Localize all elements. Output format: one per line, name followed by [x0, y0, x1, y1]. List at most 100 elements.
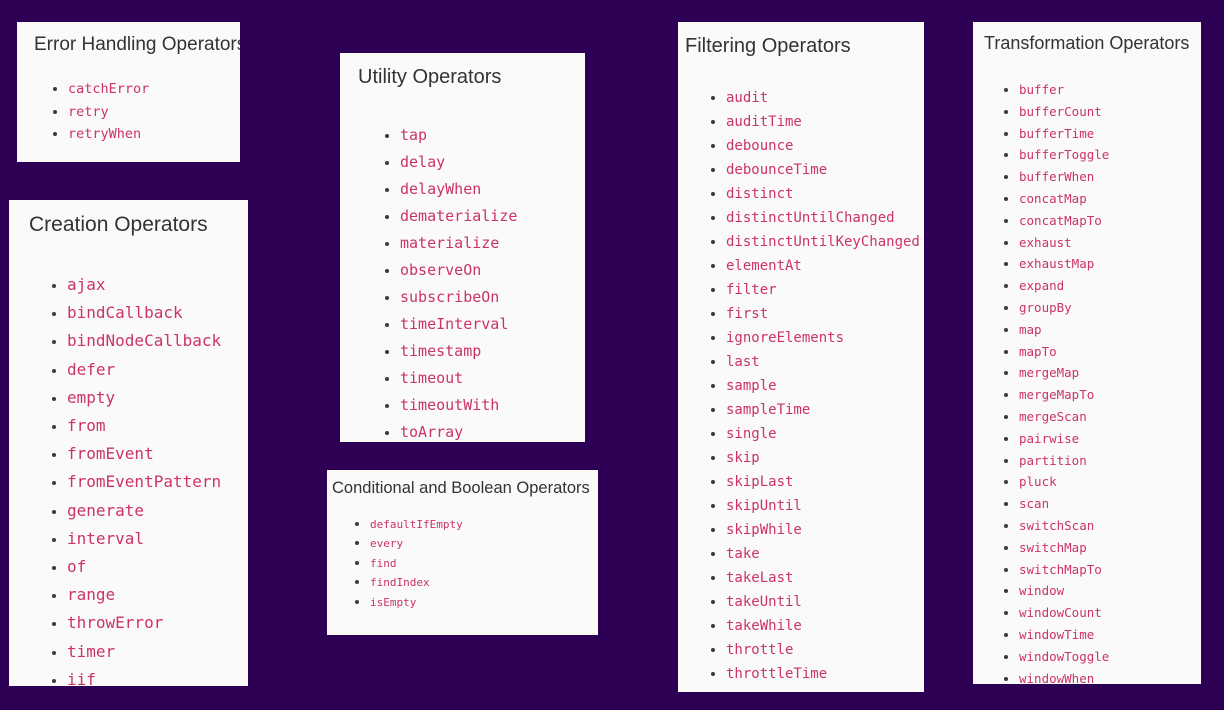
operator-link[interactable]: partition	[1019, 453, 1087, 468]
operator-link[interactable]: from	[67, 416, 106, 435]
operator-link[interactable]: takeLast	[726, 570, 793, 586]
operator-link[interactable]: fromEventPattern	[67, 472, 221, 491]
operator-link[interactable]: windowCount	[1019, 605, 1102, 620]
operator-link[interactable]: take	[726, 546, 760, 562]
operator-link[interactable]: interval	[67, 529, 144, 548]
operator-link[interactable]: of	[67, 557, 86, 576]
operator-link[interactable]: retryWhen	[68, 126, 141, 142]
operator-link[interactable]: concatMapTo	[1019, 213, 1102, 228]
operator-link[interactable]: mapTo	[1019, 344, 1057, 359]
operator-link[interactable]: timer	[67, 642, 115, 661]
operator-link[interactable]: debounceTime	[726, 162, 827, 178]
operator-link[interactable]: buffer	[1019, 82, 1064, 97]
operator-link[interactable]: find	[370, 557, 397, 570]
operator-link[interactable]: distinctUntilKeyChanged	[726, 234, 920, 250]
operator-link[interactable]: defer	[67, 360, 115, 379]
operator-link[interactable]: auditTime	[726, 114, 802, 130]
operator-link[interactable]: single	[726, 426, 777, 442]
operator-link[interactable]: findIndex	[370, 576, 430, 589]
operator-link[interactable]: bindCallback	[67, 303, 183, 322]
operator-link[interactable]: groupBy	[1019, 300, 1072, 315]
operator-link[interactable]: mergeScan	[1019, 409, 1087, 424]
operator-link[interactable]: timestamp	[400, 342, 481, 360]
operator-link[interactable]: pairwise	[1019, 431, 1079, 446]
operator-list-item: debounce	[726, 134, 924, 158]
operator-list-item: exhaustMap	[1019, 253, 1201, 275]
operator-link[interactable]: catchError	[68, 81, 149, 97]
operator-link[interactable]: elementAt	[726, 258, 802, 274]
operator-link[interactable]: timeout	[400, 369, 463, 387]
operator-link[interactable]: takeUntil	[726, 594, 802, 610]
operator-link[interactable]: fromEvent	[67, 444, 154, 463]
operator-link[interactable]: ajax	[67, 275, 106, 294]
operator-list-error-handling: catchError retry retryWhen	[17, 78, 240, 146]
operator-link[interactable]: bufferTime	[1019, 126, 1094, 141]
operator-link[interactable]: materialize	[400, 234, 499, 252]
operator-link[interactable]: timeoutWith	[400, 396, 499, 414]
operator-link[interactable]: ignoreElements	[726, 330, 844, 346]
operator-link[interactable]: takeWhile	[726, 618, 802, 634]
operator-link[interactable]: expand	[1019, 278, 1064, 293]
operator-link[interactable]: mergeMap	[1019, 365, 1079, 380]
operator-link[interactable]: scan	[1019, 496, 1049, 511]
operator-list-item: mergeMap	[1019, 362, 1201, 384]
operator-link[interactable]: first	[726, 306, 768, 322]
operator-link[interactable]: filter	[726, 282, 777, 298]
operator-link[interactable]: tap	[400, 126, 427, 144]
operator-link[interactable]: switchScan	[1019, 518, 1094, 533]
operator-link[interactable]: throttle	[726, 642, 793, 658]
operator-link[interactable]: iif	[67, 670, 96, 686]
operator-link[interactable]: dematerialize	[400, 207, 517, 225]
operator-link[interactable]: bufferToggle	[1019, 147, 1109, 162]
operator-link[interactable]: switchMapTo	[1019, 562, 1102, 577]
operator-link[interactable]: isEmpty	[370, 596, 416, 609]
operator-link[interactable]: empty	[67, 388, 115, 407]
operator-link[interactable]: switchMap	[1019, 540, 1087, 555]
operator-list-filtering: audit auditTime debounce debounceTime distin…	[678, 86, 924, 686]
operator-list-item: findIndex	[370, 573, 598, 592]
operator-list-item: pairwise	[1019, 428, 1201, 450]
operator-link[interactable]: skipWhile	[726, 522, 802, 538]
operator-link[interactable]: timeInterval	[400, 315, 508, 333]
operator-link[interactable]: retry	[68, 104, 109, 120]
operator-link[interactable]: exhaust	[1019, 235, 1072, 250]
operator-list-item: tap	[400, 122, 585, 149]
operator-link[interactable]: windowWhen	[1019, 671, 1094, 684]
operator-link[interactable]: throttleTime	[726, 666, 827, 682]
operator-list-item: windowTime	[1019, 624, 1201, 646]
card-filtering-operators: Filtering Operators audit auditTime deboun…	[678, 22, 924, 692]
operator-link[interactable]: pluck	[1019, 474, 1057, 489]
operator-link[interactable]: skipLast	[726, 474, 793, 490]
operator-link[interactable]: sampleTime	[726, 402, 810, 418]
operator-link[interactable]: bindNodeCallback	[67, 331, 221, 350]
operator-link[interactable]: delayWhen	[400, 180, 481, 198]
operator-link[interactable]: every	[370, 537, 403, 550]
operator-link[interactable]: distinctUntilChanged	[726, 210, 895, 226]
operator-link[interactable]: toArray	[400, 423, 463, 441]
operator-list-item: range	[67, 581, 248, 609]
operator-link[interactable]: skip	[726, 450, 760, 466]
operator-link[interactable]: defaultIfEmpty	[370, 518, 463, 531]
operator-link[interactable]: debounce	[726, 138, 793, 154]
operator-link[interactable]: throwError	[67, 613, 163, 632]
operator-link[interactable]: skipUntil	[726, 498, 802, 514]
operator-link[interactable]: distinct	[726, 186, 793, 202]
operator-link[interactable]: generate	[67, 501, 144, 520]
operator-link[interactable]: last	[726, 354, 760, 370]
operator-link[interactable]: windowToggle	[1019, 649, 1109, 664]
operator-link[interactable]: windowTime	[1019, 627, 1094, 642]
operator-link[interactable]: mergeMapTo	[1019, 387, 1094, 402]
operator-link[interactable]: exhaustMap	[1019, 256, 1094, 271]
operator-link[interactable]: bufferWhen	[1019, 169, 1094, 184]
operator-link[interactable]: map	[1019, 322, 1042, 337]
operator-link[interactable]: subscribeOn	[400, 288, 499, 306]
operator-link[interactable]: concatMap	[1019, 191, 1087, 206]
operator-link[interactable]: audit	[726, 90, 768, 106]
operator-link[interactable]: range	[67, 585, 115, 604]
operator-link[interactable]: bufferCount	[1019, 104, 1102, 119]
operator-link[interactable]: delay	[400, 153, 445, 171]
operator-link[interactable]: sample	[726, 378, 777, 394]
operator-list-item: windowToggle	[1019, 646, 1201, 668]
operator-link[interactable]: window	[1019, 583, 1064, 598]
operator-link[interactable]: observeOn	[400, 261, 481, 279]
